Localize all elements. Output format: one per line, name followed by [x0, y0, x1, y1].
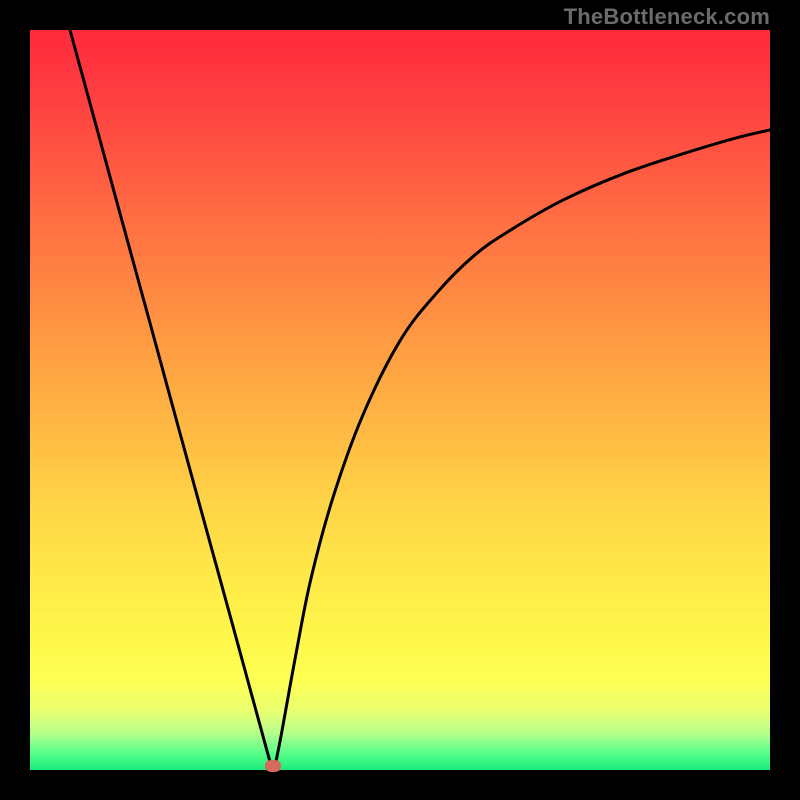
- bottleneck-curve: [30, 30, 770, 770]
- plot-area: [30, 30, 770, 770]
- watermark-text: TheBottleneck.com: [564, 4, 770, 30]
- chart-frame: TheBottleneck.com: [0, 0, 800, 800]
- curve-right: [275, 130, 770, 766]
- curve-left: [70, 30, 271, 766]
- bottleneck-marker: [265, 760, 281, 772]
